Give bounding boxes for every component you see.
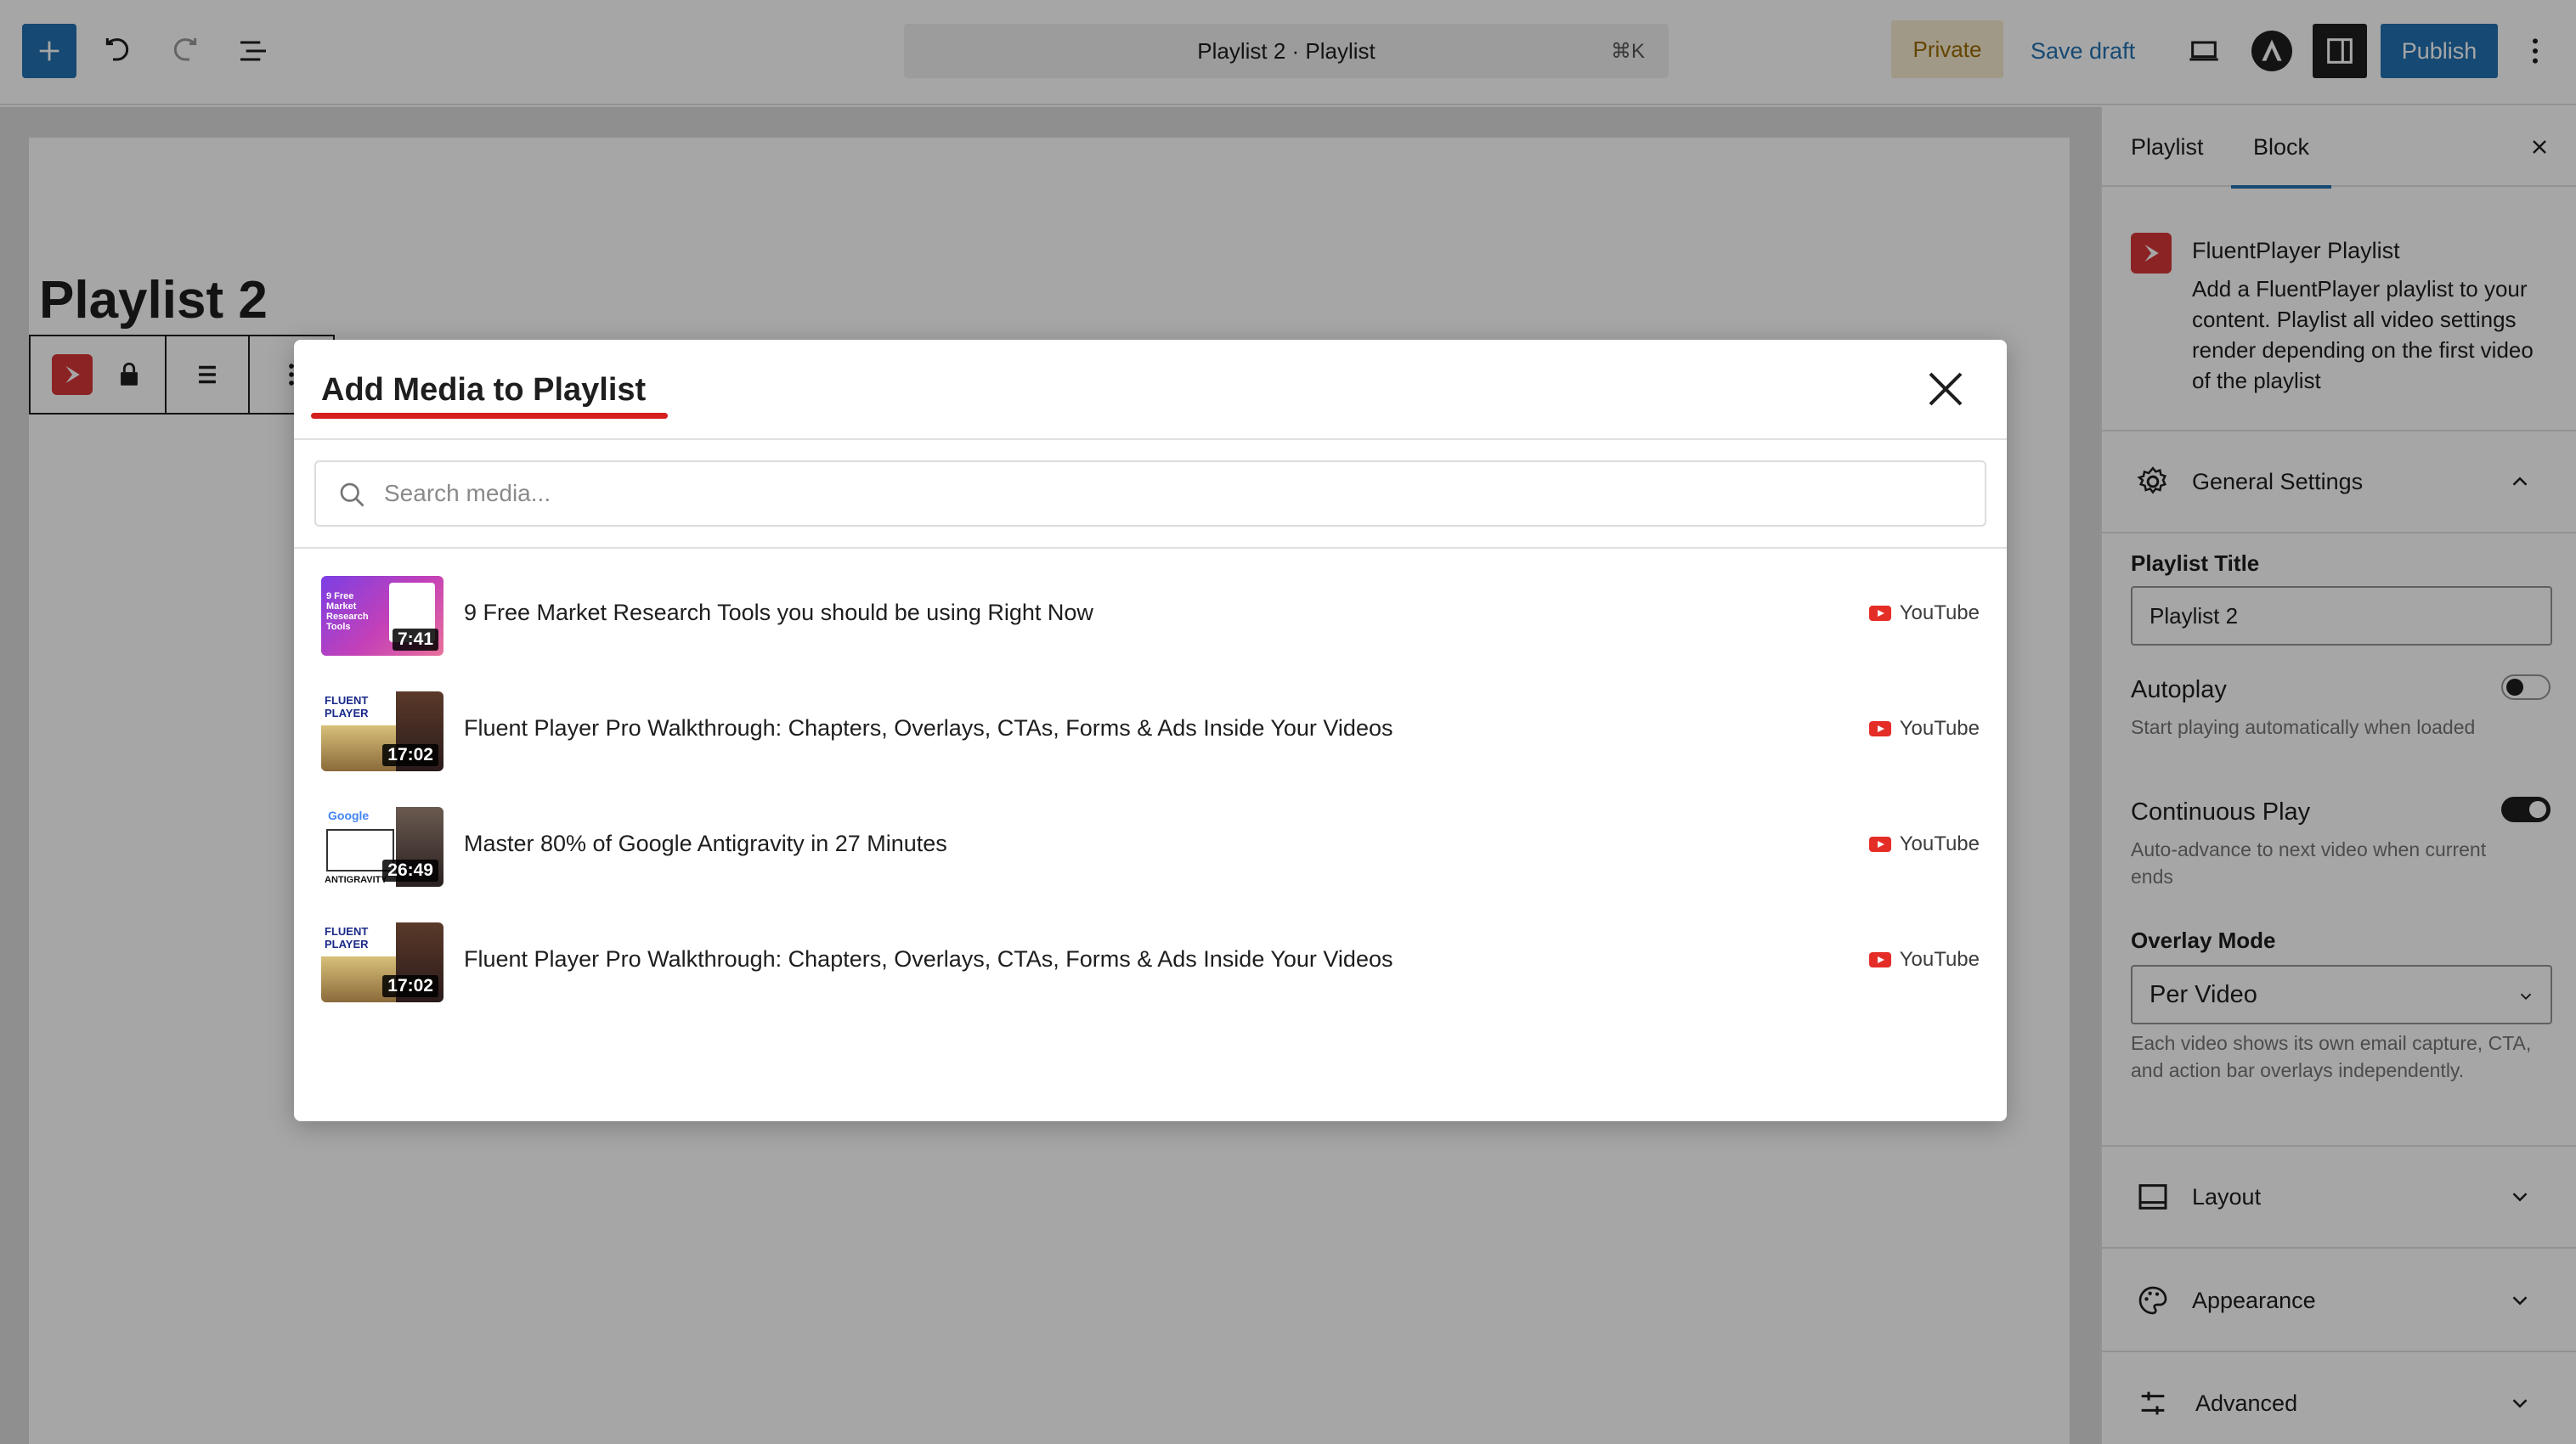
search-section xyxy=(294,440,2007,549)
thumbnail-text: FLUENT PLAYER xyxy=(321,691,398,719)
media-item[interactable]: FLUENT PLAYER 17:02 Fluent Player Pro Wa… xyxy=(294,666,2007,781)
add-media-modal: Add Media to Playlist 9 Free Market Rese… xyxy=(294,340,2007,1121)
thumbnail-text: Google xyxy=(328,809,370,822)
close-modal-button[interactable] xyxy=(1920,364,1971,415)
media-source: YouTube xyxy=(1868,832,1980,856)
video-duration: 17:02 xyxy=(382,975,438,997)
video-thumbnail: Google ANTIGRAVITY 26:49 xyxy=(321,807,443,887)
source-label: YouTube xyxy=(1899,832,1980,855)
youtube-icon xyxy=(1868,837,1891,852)
video-duration: 7:41 xyxy=(392,629,438,651)
media-item[interactable]: Google ANTIGRAVITY 26:49 Master 80% of G… xyxy=(294,781,2007,897)
media-source: YouTube xyxy=(1868,717,1980,741)
search-media-input[interactable] xyxy=(384,472,1964,515)
search-icon xyxy=(340,482,364,507)
media-item[interactable]: 9 Free Market Research Tools 7:41 9 Free… xyxy=(294,550,2007,666)
media-title: Fluent Player Pro Walkthrough: Chapters,… xyxy=(464,946,1393,972)
close-icon xyxy=(1929,372,1963,406)
video-thumbnail: FLUENT PLAYER 17:02 xyxy=(321,691,443,771)
media-title: 9 Free Market Research Tools you should … xyxy=(464,600,1093,625)
media-item[interactable]: FLUENT PLAYER 17:02 Fluent Player Pro Wa… xyxy=(294,897,2007,1012)
thumbnail-text: ANTIGRAVITY xyxy=(325,875,387,885)
youtube-icon xyxy=(1868,606,1891,621)
thumbnail-text: 9 Free Market Research Tools xyxy=(326,591,369,632)
media-source: YouTube xyxy=(1868,948,1980,972)
search-box xyxy=(314,460,1986,527)
modal-header: Add Media to Playlist xyxy=(294,340,2007,440)
source-label: YouTube xyxy=(1899,948,1980,971)
video-thumbnail: FLUENT PLAYER 17:02 xyxy=(321,922,443,1002)
video-duration: 26:49 xyxy=(382,860,438,882)
youtube-icon xyxy=(1868,721,1891,736)
media-source: YouTube xyxy=(1868,601,1980,625)
source-label: YouTube xyxy=(1899,717,1980,740)
source-label: YouTube xyxy=(1899,601,1980,624)
modal-title: Add Media to Playlist xyxy=(321,372,647,408)
youtube-icon xyxy=(1868,952,1891,967)
video-thumbnail: 9 Free Market Research Tools 7:41 xyxy=(321,576,443,656)
video-duration: 17:02 xyxy=(382,744,438,766)
media-title: Master 80% of Google Antigravity in 27 M… xyxy=(464,831,947,856)
thumbnail-text: FLUENT PLAYER xyxy=(321,922,398,950)
title-highlight-underline xyxy=(311,413,668,419)
media-title: Fluent Player Pro Walkthrough: Chapters,… xyxy=(464,715,1393,741)
